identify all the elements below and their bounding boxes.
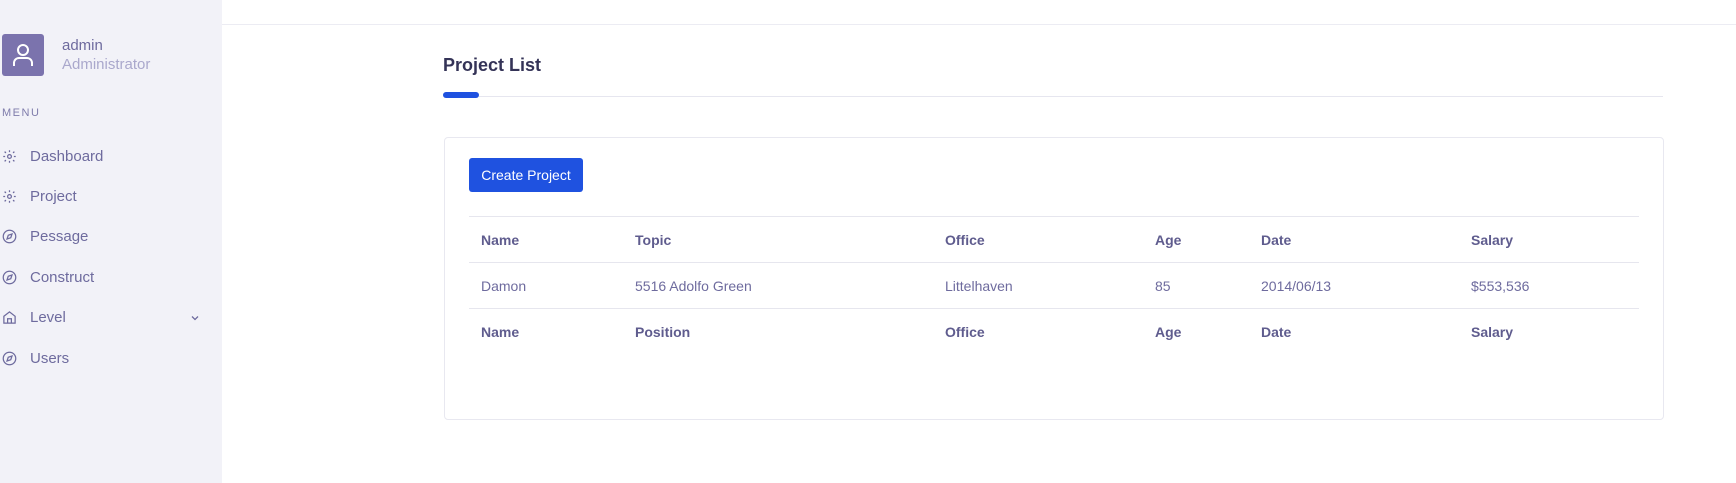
footer-header: Date [1249, 308, 1459, 355]
sidebar-item-label: Dashboard [30, 147, 104, 165]
sidebar-item-label: Level [30, 309, 66, 327]
table-row[interactable]: Damon 5516 Adolfo Green Littelhaven 85 2… [469, 262, 1639, 309]
compass-icon [0, 349, 18, 367]
gear-icon [0, 188, 18, 206]
sidebar-item-label: Project [30, 188, 77, 206]
footer-header: Name [469, 308, 623, 355]
sidebar-item-users[interactable]: Users [0, 338, 222, 378]
home-icon [0, 309, 18, 327]
title-divider [443, 96, 1663, 97]
top-bar [222, 0, 1736, 25]
sidebar-item-label: Pessage [30, 228, 89, 246]
avatar[interactable] [2, 34, 44, 76]
footer-header: Salary [1459, 308, 1639, 355]
sidebar-item-level[interactable]: Level [0, 298, 222, 338]
column-header[interactable]: Salary [1459, 216, 1639, 263]
user-name: admin [62, 37, 103, 54]
cell-topic: 5516 Adolfo Green [623, 262, 933, 309]
sidebar-item-project[interactable]: Project [0, 176, 222, 216]
sidebar-item-dashboard[interactable]: Dashboard [0, 136, 222, 176]
sidebar-item-pessage[interactable]: Pessage [0, 217, 222, 257]
user-icon [13, 44, 33, 66]
cell-name: Damon [469, 262, 623, 309]
footer-header: Office [933, 308, 1143, 355]
footer-header: Position [623, 308, 933, 355]
page-title: Project List [443, 55, 542, 75]
compass-icon [0, 268, 18, 286]
column-header[interactable]: Topic [623, 216, 933, 263]
cell-age: 85 [1143, 262, 1249, 309]
menu-title: MENU [2, 107, 41, 119]
column-header[interactable]: Name [469, 216, 623, 263]
footer-header: Age [1143, 308, 1249, 355]
sidebar-item-construct[interactable]: Construct [0, 257, 222, 297]
project-card: Create Project Name Topic Office Age Dat… [444, 137, 1664, 420]
user-text: admin Administrator [62, 36, 150, 74]
sidebar: admin Administrator MENU Dashboard Proje… [0, 0, 222, 483]
column-header[interactable]: Office [933, 216, 1143, 263]
column-header[interactable]: Date [1249, 216, 1459, 263]
compass-icon [0, 228, 18, 246]
project-table: Name Topic Office Age Date Salary Damon … [469, 216, 1639, 355]
cell-salary: $553,536 [1459, 262, 1639, 309]
gear-icon [0, 147, 18, 165]
app-root: admin Administrator MENU Dashboard Proje… [0, 0, 1736, 483]
cell-office: Littelhaven [933, 262, 1143, 309]
table-footer-row: Name Position Office Age Date Salary [469, 308, 1639, 355]
title-accent-bar [443, 92, 479, 98]
user-profile[interactable]: admin Administrator [2, 34, 150, 76]
user-role: Administrator [62, 56, 151, 73]
create-project-button[interactable]: Create Project [469, 158, 583, 192]
cell-date: 2014/06/13 [1249, 262, 1459, 309]
column-header[interactable]: Age [1143, 216, 1249, 263]
sidebar-item-label: Users [30, 349, 70, 367]
sidebar-menu: Dashboard Project Pessage Construct Leve… [0, 136, 222, 378]
sidebar-item-label: Construct [30, 268, 95, 286]
chevron-down-icon[interactable] [189, 311, 201, 328]
table-header-row: Name Topic Office Age Date Salary [469, 216, 1639, 263]
